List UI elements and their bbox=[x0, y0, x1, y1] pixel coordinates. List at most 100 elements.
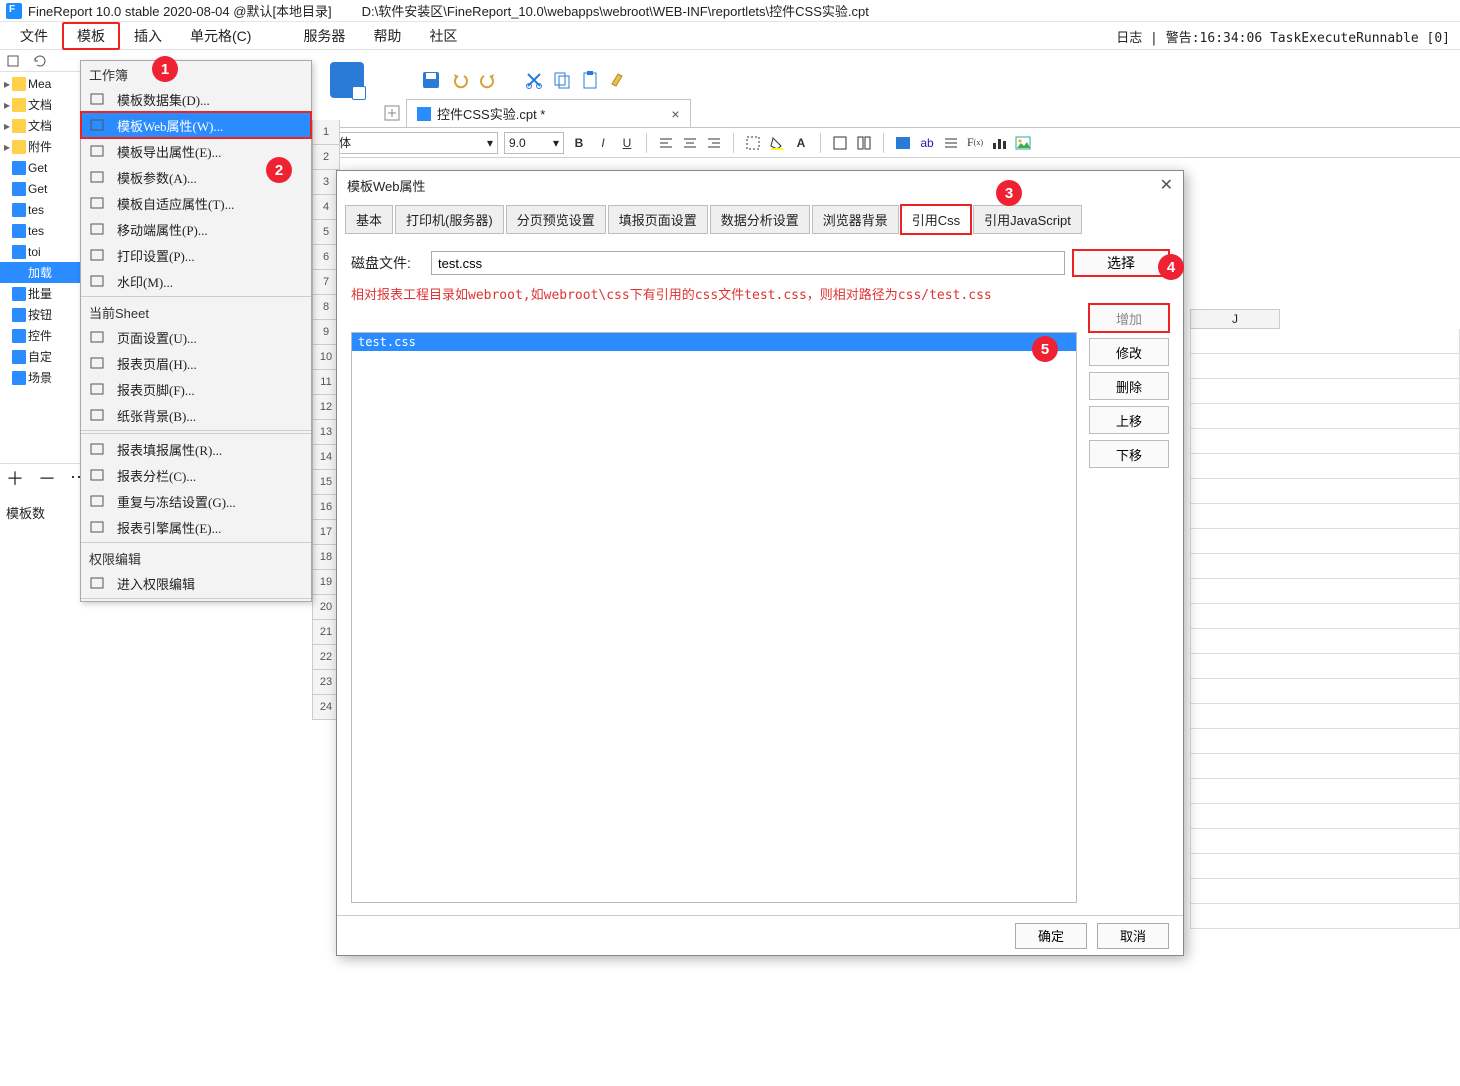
tree-item[interactable]: 自定 bbox=[0, 346, 80, 367]
paste-icon[interactable] bbox=[580, 70, 600, 90]
image-icon[interactable] bbox=[1014, 134, 1032, 152]
grid-cell[interactable] bbox=[1190, 729, 1460, 754]
document-tab[interactable]: 控件CSS实验.cpt * × bbox=[406, 99, 691, 127]
log-status[interactable]: 日志 | 警告:16:34:06 TaskExecuteRunnable [0] bbox=[1116, 27, 1450, 46]
list-item[interactable]: test.css bbox=[352, 333, 1076, 351]
tree-item[interactable]: 批量 bbox=[0, 283, 80, 304]
unmerge-icon[interactable] bbox=[855, 134, 873, 152]
dropdown-item[interactable]: 纸张背景(B)... bbox=[81, 402, 311, 428]
dialog-tab[interactable]: 引用Css bbox=[901, 205, 971, 234]
add-icon[interactable]: ＋ bbox=[6, 465, 24, 491]
tree-item[interactable]: ▸文档 bbox=[0, 115, 80, 136]
grid-cell[interactable] bbox=[1190, 829, 1460, 854]
menu-template[interactable]: 模板 bbox=[62, 22, 120, 50]
grid-row-header[interactable]: 2 bbox=[312, 145, 340, 170]
cut-icon[interactable] bbox=[524, 70, 544, 90]
dropdown-item[interactable]: 报表引擎属性(E)... bbox=[81, 514, 311, 540]
merge-icon[interactable] bbox=[831, 134, 849, 152]
tree-item[interactable]: tes bbox=[0, 220, 80, 241]
tree-item[interactable]: Get bbox=[0, 178, 80, 199]
tree-item[interactable]: ▸Mea bbox=[0, 73, 80, 94]
italic-icon[interactable]: I bbox=[594, 134, 612, 152]
dropdown-item[interactable]: 水印(M)... bbox=[81, 268, 311, 294]
more-icon[interactable]: ⋯ bbox=[70, 467, 80, 488]
grid-cell[interactable] bbox=[1190, 354, 1460, 379]
format-painter-icon[interactable] bbox=[608, 70, 628, 90]
hyperlink-icon[interactable] bbox=[942, 134, 960, 152]
undo-icon[interactable] bbox=[450, 70, 470, 90]
dialog-tab[interactable]: 浏览器背景 bbox=[812, 205, 899, 234]
formula-icon[interactable]: F(x) bbox=[966, 134, 984, 152]
style-icon[interactable] bbox=[894, 134, 912, 152]
choose-file-button[interactable]: 选择 bbox=[1073, 250, 1169, 276]
dropdown-item[interactable]: 模板自适应属性(T)... bbox=[81, 190, 311, 216]
disk-file-input[interactable] bbox=[431, 251, 1065, 275]
dialog-tab[interactable]: 分页预览设置 bbox=[506, 205, 606, 234]
grid-cell[interactable] bbox=[1190, 879, 1460, 904]
font-color-icon[interactable]: A bbox=[792, 134, 810, 152]
chart-icon[interactable] bbox=[990, 134, 1008, 152]
underline-icon[interactable]: U bbox=[618, 134, 636, 152]
tree-item[interactable]: tes bbox=[0, 199, 80, 220]
fill-color-icon[interactable] bbox=[768, 134, 786, 152]
align-right-icon[interactable] bbox=[705, 134, 723, 152]
new-icon[interactable] bbox=[6, 54, 22, 68]
dialog-tab[interactable]: 打印机(服务器) bbox=[395, 205, 504, 234]
bold-icon[interactable]: B bbox=[570, 134, 588, 152]
dialog-tab[interactable]: 基本 bbox=[345, 205, 393, 234]
dropdown-item[interactable]: 模板Web属性(W)... bbox=[81, 112, 311, 138]
dropdown-item[interactable]: 报表填报属性(R)... bbox=[81, 436, 311, 462]
grid-cell[interactable] bbox=[1190, 654, 1460, 679]
save-icon[interactable] bbox=[420, 69, 442, 91]
highlight-icon[interactable]: ab bbox=[918, 134, 936, 152]
cancel-button[interactable]: 取消 bbox=[1097, 923, 1169, 949]
grid-cell[interactable] bbox=[1190, 779, 1460, 804]
dropdown-item[interactable]: 模板数据集(D)... bbox=[81, 86, 311, 112]
menu-insert[interactable]: 插入 bbox=[120, 22, 176, 50]
grid-cell[interactable] bbox=[1190, 704, 1460, 729]
add-button[interactable]: 增加 bbox=[1089, 304, 1169, 332]
grid-cell[interactable] bbox=[1190, 679, 1460, 704]
align-center-icon[interactable] bbox=[681, 134, 699, 152]
grid-cell[interactable] bbox=[1190, 904, 1460, 929]
tree-item[interactable]: ▸文档 bbox=[0, 94, 80, 115]
edit-button[interactable]: 修改 bbox=[1089, 338, 1169, 366]
menu-server[interactable]: 服务器 bbox=[289, 22, 359, 50]
tab-close-icon[interactable]: × bbox=[671, 106, 679, 122]
remove-icon[interactable]: － bbox=[38, 465, 56, 491]
menu-help[interactable]: 帮助 bbox=[359, 22, 415, 50]
grid-cell[interactable] bbox=[1190, 604, 1460, 629]
dropdown-item[interactable]: 打印设置(P)... bbox=[81, 242, 311, 268]
border-icon[interactable] bbox=[744, 134, 762, 152]
grid-cell[interactable] bbox=[1190, 379, 1460, 404]
delete-button[interactable]: 删除 bbox=[1089, 372, 1169, 400]
tree-item[interactable]: 场景 bbox=[0, 367, 80, 388]
dropdown-item[interactable]: 重复与冻结设置(G)... bbox=[81, 488, 311, 514]
grid-cell[interactable] bbox=[1190, 854, 1460, 879]
tree-item[interactable]: 控件 bbox=[0, 325, 80, 346]
dialog-close-icon[interactable]: ✕ bbox=[1160, 175, 1173, 195]
grid-cell[interactable] bbox=[1190, 754, 1460, 779]
ok-button[interactable]: 确定 bbox=[1015, 923, 1087, 949]
grid-col-header-j[interactable]: J bbox=[1190, 309, 1280, 329]
grid-cell[interactable] bbox=[1190, 404, 1460, 429]
grid-row-header[interactable]: 1 bbox=[312, 120, 340, 145]
menu-file[interactable]: 文件 bbox=[6, 22, 62, 50]
dropdown-item[interactable]: 移动端属性(P)... bbox=[81, 216, 311, 242]
dropdown-item[interactable]: 报表分栏(C)... bbox=[81, 462, 311, 488]
align-left-icon[interactable] bbox=[657, 134, 675, 152]
dropdown-item[interactable]: 进入权限编辑 bbox=[81, 570, 311, 596]
redo-icon[interactable] bbox=[478, 70, 498, 90]
move-up-button[interactable]: 上移 bbox=[1089, 406, 1169, 434]
grid-cell[interactable] bbox=[1190, 454, 1460, 479]
dropdown-item[interactable]: 报表页眉(H)... bbox=[81, 350, 311, 376]
tree-item[interactable]: toi bbox=[0, 241, 80, 262]
workbook-icon[interactable] bbox=[330, 62, 364, 98]
css-file-list[interactable]: test.css bbox=[351, 332, 1077, 903]
dropdown-item[interactable]: 报表页脚(F)... bbox=[81, 376, 311, 402]
new-tab-icon[interactable] bbox=[384, 105, 400, 121]
copy-icon[interactable] bbox=[552, 70, 572, 90]
refresh-icon[interactable] bbox=[32, 54, 48, 68]
font-family-combo[interactable]: 宋体▾ bbox=[322, 132, 498, 154]
grid-cell[interactable] bbox=[1190, 804, 1460, 829]
